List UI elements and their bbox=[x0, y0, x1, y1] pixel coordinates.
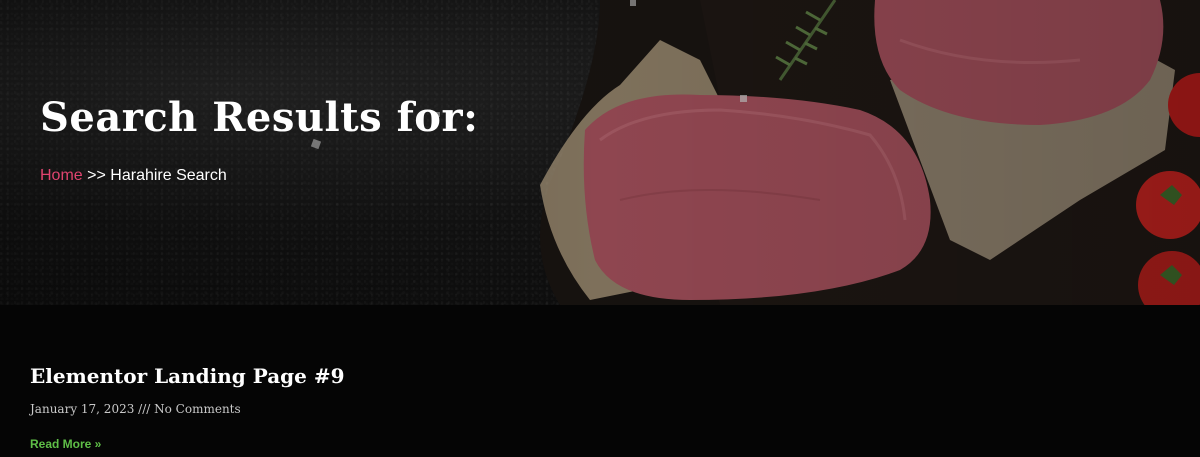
breadcrumb: Home >> Harahire Search bbox=[40, 165, 227, 187]
page-header-hero: Search Results for: Home >> Harahire Sea… bbox=[0, 0, 1200, 305]
result-meta-separator: /// bbox=[138, 402, 151, 416]
result-comments-link[interactable]: No Comments bbox=[154, 402, 241, 416]
breadcrumb-current: Harahire Search bbox=[110, 167, 227, 184]
read-more-link[interactable]: Read More » bbox=[30, 435, 101, 453]
hero-dark-overlay bbox=[0, 0, 1200, 305]
page-title: Search Results for: bbox=[40, 94, 479, 141]
result-date: January 17, 2023 bbox=[30, 402, 135, 416]
breadcrumb-separator: >> bbox=[87, 167, 106, 184]
result-meta: January 17, 2023 /// No Comments bbox=[30, 400, 241, 418]
result-title-link[interactable]: Elementor Landing Page #9 bbox=[30, 364, 345, 388]
breadcrumb-home-link[interactable]: Home bbox=[40, 167, 83, 184]
result-title: Elementor Landing Page #9 bbox=[30, 361, 345, 391]
